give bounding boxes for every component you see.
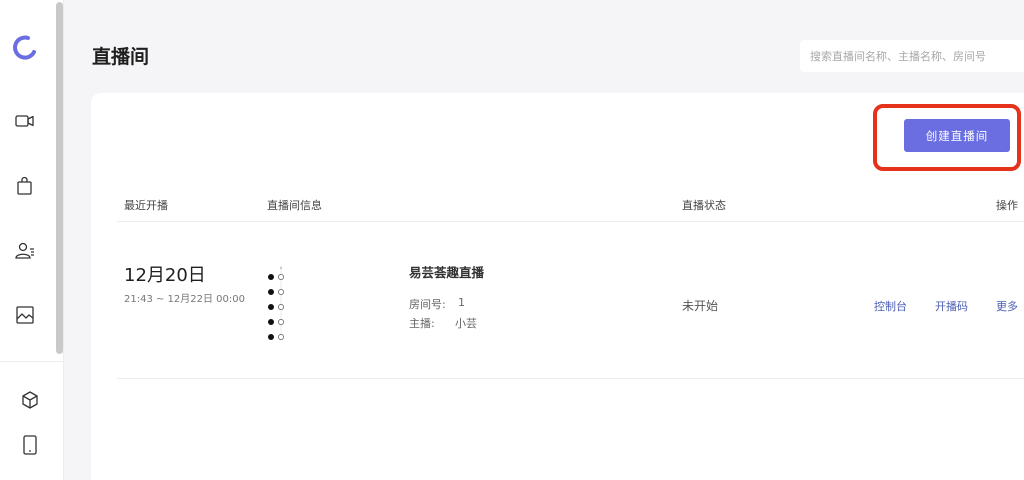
search-input[interactable] [800,40,1024,72]
cube-icon[interactable] [19,389,41,411]
video-icon[interactable] [14,110,36,132]
sidebar-divider [0,361,64,362]
room-cover-thumbnail [268,266,284,340]
header-info: 直播间信息 [267,199,322,212]
page-title: 直播间 [92,46,150,68]
room-number-label: 房间号: [409,298,446,311]
shopping-bag-icon[interactable] [14,175,36,197]
row-divider [117,378,1024,379]
host-label: 主播: [409,317,435,330]
create-live-room-button[interactable]: 创建直播间 [904,119,1010,152]
status-badge: 未开始 [682,299,719,313]
tablet-icon[interactable] [19,434,41,456]
more-link[interactable]: 更多 [996,298,1018,314]
console-link[interactable]: 控制台 [874,298,907,314]
user-list-icon[interactable] [14,240,36,262]
image-chart-icon[interactable] [14,304,36,326]
header-actions: 操作 [996,199,1018,212]
header-status: 直播状态 [682,199,726,212]
host-value: 小芸 [455,317,477,330]
room-number-value: 1 [458,296,465,309]
sidebar [0,0,64,480]
room-name: 易芸荟趣直播 [409,265,485,280]
header-recent: 最近开播 [124,199,168,212]
row-date-range: 21:43 ~ 12月22日 00:00 [124,294,246,305]
sidebar-scrollbar[interactable] [56,2,63,354]
logo-icon[interactable] [12,32,36,64]
header-divider [117,221,1024,222]
stream-code-link[interactable]: 开播码 [935,298,968,314]
row-date: 12月20日 [124,265,206,286]
